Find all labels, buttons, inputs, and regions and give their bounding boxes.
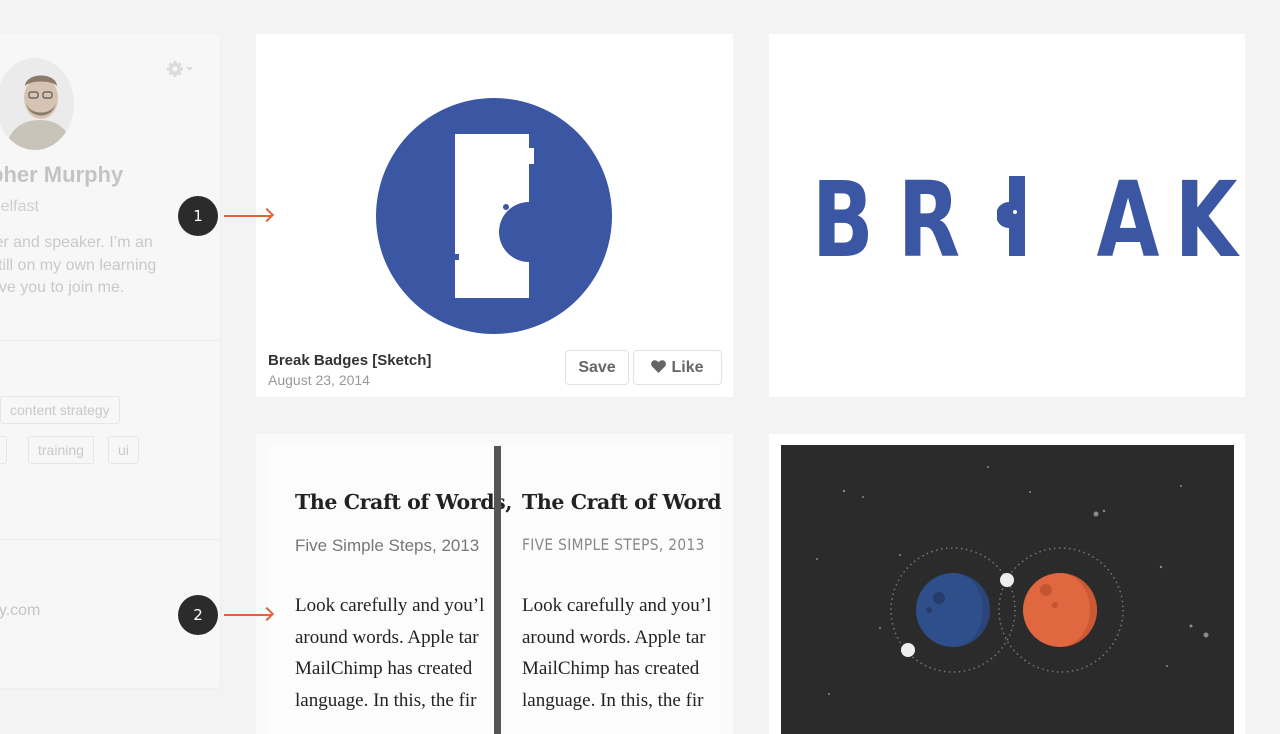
book-line: Look carefully and you’l (295, 595, 485, 616)
tag[interactable]: y (0, 436, 7, 464)
profile-location: Belfast (0, 198, 39, 215)
profile-sidebar: pher Murphy Belfast ter and speaker. I’m… (0, 34, 220, 688)
shot-card-craft-of-words[interactable]: The Craft of Words, Five Simple Steps, 2… (256, 434, 733, 734)
book-title-left: The Craft of Words, (295, 490, 513, 514)
save-button[interactable]: Save (565, 350, 629, 385)
break-badge-artwork (376, 98, 612, 334)
annotation-marker-1: 1 (178, 196, 218, 236)
profile-website-link[interactable]: hy.com (0, 602, 40, 620)
shot-title[interactable]: Break Badges [Sketch] (268, 352, 431, 369)
book-subtitle-left: Five Simple Steps, 2013 (295, 536, 480, 555)
divider (0, 340, 220, 341)
shot-date: August 23, 2014 (268, 372, 370, 388)
wordmark-letter: R (898, 159, 960, 281)
shot-card-planets[interactable] (769, 434, 1245, 734)
annotation-marker-2: 2 (178, 595, 218, 635)
book-line: around words. Apple tar (522, 626, 706, 648)
planets-artwork (781, 445, 1234, 734)
book-line: MailChimp has created (295, 658, 473, 679)
like-button[interactable]: Like (633, 350, 722, 385)
tag-content-strategy[interactable]: content strategy (0, 396, 120, 424)
profile-name: pher Murphy (0, 162, 124, 187)
book-line: language. In this, the fir (295, 689, 477, 711)
book-body-right: Look carefully and you’l around words. A… (522, 590, 722, 716)
book-line: language. In this, the fir (522, 689, 704, 711)
book-title-right: The Craft of Words, (522, 490, 722, 514)
avatar[interactable] (0, 58, 74, 150)
bio-line: still on my own learning (0, 256, 157, 274)
book-body-left: Look carefully and you’l around words. A… (295, 590, 493, 716)
like-label: Like (671, 359, 704, 376)
settings-gear-icon[interactable] (164, 60, 194, 80)
book-line: around words. Apple tar (295, 626, 479, 648)
shot-card-break-wordmark[interactable]: B R A K (769, 34, 1245, 397)
annotation-arrow-2 (224, 614, 271, 616)
wordmark-letter: K (1175, 159, 1241, 281)
tag-ui[interactable]: ui (108, 436, 139, 464)
break-wordmark-artwork: B R A K (812, 159, 1241, 281)
avatar-image (0, 58, 74, 150)
book-line: Look carefully and you’l (522, 595, 712, 616)
bio-line: ove you to join me. (0, 279, 125, 296)
wordmark-letter: A (1097, 159, 1160, 281)
profile-bio: ter and speaker. I’m an still on my own … (0, 232, 210, 300)
book-subtitle-right: FIVE SIMPLE STEPS, 2013 (522, 535, 705, 554)
bio-line: ter and speaker. I’m an (0, 234, 153, 251)
book-spine (494, 446, 501, 734)
annotation-arrow-1 (224, 215, 271, 217)
heart-icon (651, 360, 667, 373)
shot-card-break-badges[interactable]: Break Badges [Sketch] August 23, 2014 Sa… (256, 34, 733, 397)
wordmark-letter: B (812, 159, 874, 281)
tag-training[interactable]: training (28, 436, 94, 464)
book-line: MailChimp has created (522, 658, 700, 679)
divider (0, 539, 220, 540)
